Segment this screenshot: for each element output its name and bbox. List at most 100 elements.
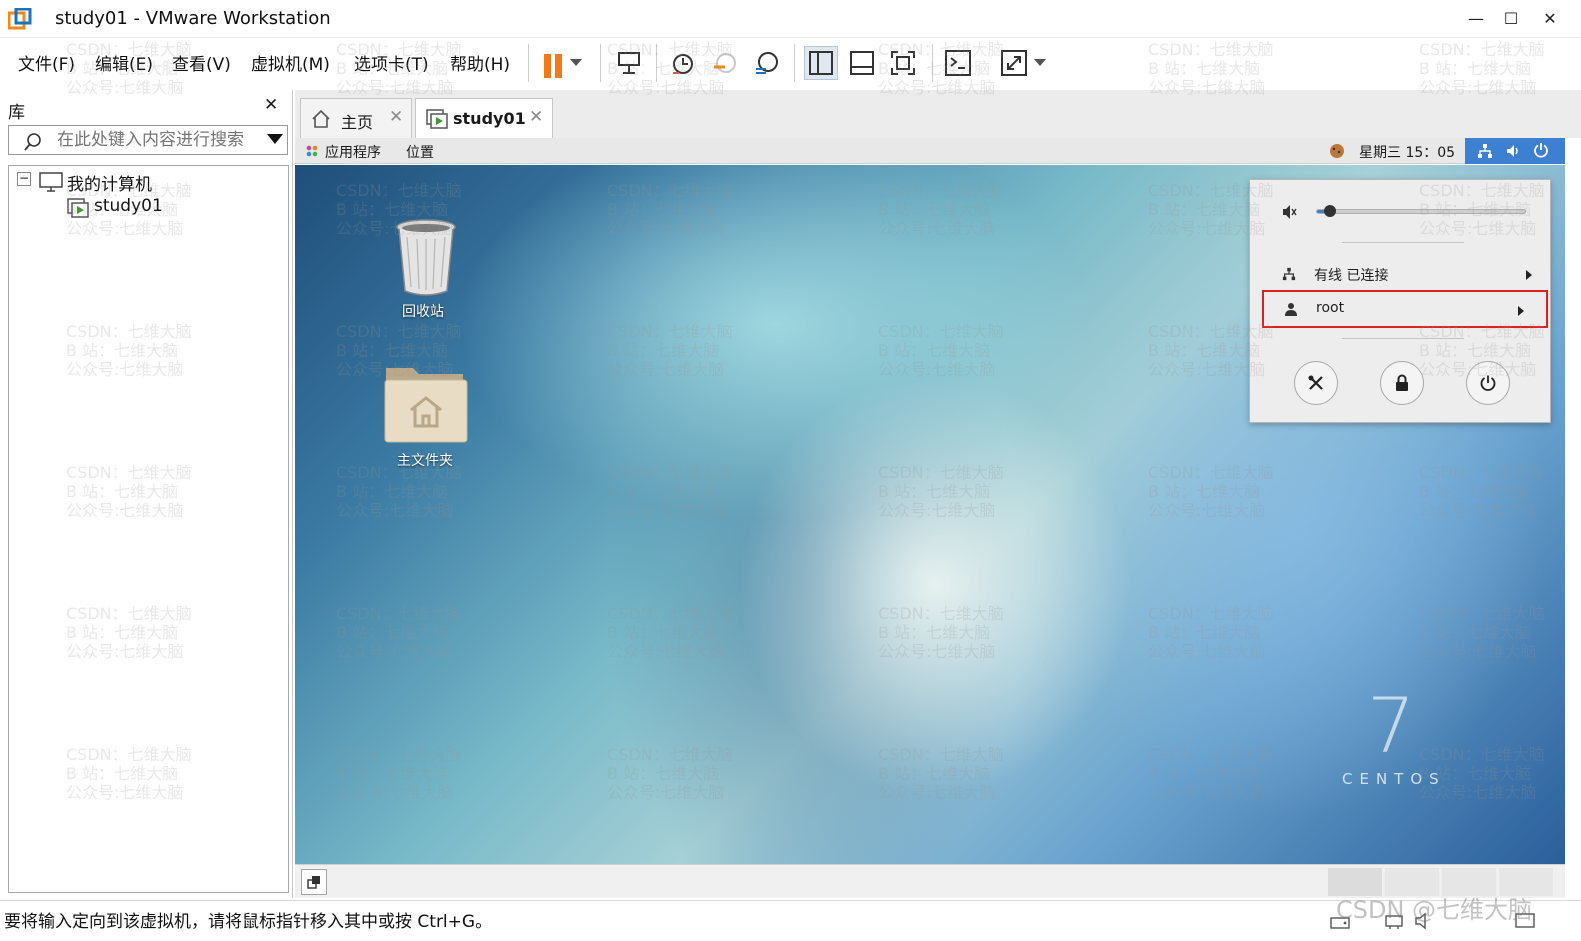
menu-toolbar-row: 文件(F) 编辑(E) 查看(V) 虚拟机(M) 选项卡(T) 帮助(H) [0,38,1581,88]
toolbar-separator [932,44,933,82]
chevron-down-icon [267,134,283,144]
window-title: study01 - VMware Workstation [55,8,331,29]
toolbar-separator [600,44,601,82]
title-bar: study01 - VMware Workstation — ☐ ✕ [0,0,1581,38]
snapshot-manager-button[interactable] [750,46,784,80]
centos-wordmark: CENTOS [1342,770,1446,788]
take-snapshot-button[interactable] [666,46,700,80]
send-ctrl-alt-del-button[interactable] [612,46,646,80]
toolbar-separator [528,44,529,82]
gnome-applications-menu[interactable]: 应用程序 [325,142,381,162]
library-title: 库 [8,103,25,123]
stretch-guest-icon [1001,50,1027,76]
unity-switch-button[interactable] [301,869,327,895]
user-icon [1284,302,1298,320]
csdn-corner-watermark: CSDN @七维大脑 [1336,896,1533,924]
library-search-box [8,125,288,155]
pause-icon [544,54,551,78]
full-screen-button[interactable] [886,46,920,80]
network-status-label: 有线 已连接 [1314,268,1389,284]
vm-running-icon [426,109,448,133]
maximize-button[interactable]: ☐ [1495,6,1527,32]
submenu-arrow-icon [1518,304,1524,320]
guest-display[interactable]: 应用程序 位置 星期三 15：05 回收站 主文件夹 7 CENTOS 有线 已… [295,138,1565,864]
chevron-down-icon [570,59,582,66]
home-folder-label[interactable]: 主文件夹 [397,450,453,470]
tab-study01-label: study01 [453,109,526,128]
thumbnail-bar-button[interactable] [845,46,879,80]
gnome-places-menu[interactable]: 位置 [406,142,434,162]
console-view-icon [945,50,971,76]
tab-home-label: 主页 [341,113,374,132]
gnome-top-panel: 应用程序 位置 星期三 15：05 [295,138,1565,164]
library-close-button[interactable]: ✕ [264,95,278,115]
computer-icon [39,172,63,197]
tree-item-study01[interactable]: study01 [94,196,163,216]
close-window-button[interactable]: ✕ [1534,6,1566,32]
volume-slider-handle[interactable] [1324,205,1336,217]
trash-label[interactable]: 回收站 [402,301,444,321]
stretch-dropdown-button[interactable] [1030,46,1050,80]
tree-item-my-computer[interactable]: 我的计算机 [67,170,152,195]
submenu-arrow-icon [1526,268,1532,284]
power-off-button[interactable] [1466,361,1510,405]
tab-home-close-button[interactable]: ✕ [389,107,403,127]
status-message: 要将输入定向到该虚拟机，请将鼠标指针移入其中或按 Ctrl+G。 [4,912,493,932]
menu-edit[interactable]: 编辑(E) [95,50,153,75]
user-name-label: root [1316,300,1345,316]
user-menu-item[interactable]: root [1262,290,1548,328]
tab-study01[interactable]: study01 ✕ [415,98,553,138]
volume-icon [1505,143,1521,163]
menu-view[interactable]: 查看(V) [172,50,231,75]
chevron-down-icon [1034,59,1046,66]
gnome-foot-icon [305,143,319,162]
revert-snapshot-icon [714,53,736,73]
menu-help[interactable]: 帮助(H) [450,50,510,75]
window-switch-icon [307,876,320,889]
menu-file[interactable]: 文件(F) [18,50,75,75]
volume-slider[interactable] [1316,205,1526,217]
library-tree: − 我的计算机 study01 [8,165,289,893]
minimize-button[interactable]: — [1460,6,1492,32]
vmware-logo-icon [7,7,32,30]
tree-collapse-toggle[interactable]: − [17,172,31,186]
snapshot-manager-icon [756,52,778,74]
lock-icon [1396,374,1408,391]
full-screen-icon [891,51,915,75]
gnome-clock[interactable]: 星期三 15：05 [1359,142,1455,162]
home-icon [311,109,331,133]
snapshot-icon [673,54,693,74]
system-tray-button[interactable] [1465,138,1565,164]
console-view-button[interactable] [941,46,975,80]
cookie-applet-icon [1329,143,1345,163]
pause-dropdown-button[interactable] [566,46,586,80]
revert-snapshot-button[interactable] [708,46,742,80]
library-panel: 库 ✕ − 我的计算机 study01 [0,90,293,898]
lock-screen-button[interactable] [1380,361,1424,405]
menu-vm[interactable]: 虚拟机(M) [251,50,330,75]
library-search-input[interactable] [57,129,257,151]
show-library-button[interactable] [804,46,838,80]
settings-button[interactable] [1294,361,1338,405]
send-ctrl-alt-del-icon [618,52,640,74]
home-folder-icon[interactable] [383,362,469,444]
stretch-guest-button[interactable] [997,46,1031,80]
network-wired-icon [1477,143,1493,163]
trash-icon[interactable] [393,217,459,297]
search-options-dropdown[interactable] [267,132,283,148]
tab-study01-close-button[interactable]: ✕ [529,107,543,127]
tab-home[interactable]: 主页 ✕ [300,98,412,138]
pause-icon [555,54,562,78]
network-menu-item[interactable]: 有线 已连接 [1260,259,1544,289]
menu-tabs[interactable]: 选项卡(T) [354,50,429,75]
vm-running-icon [67,198,89,223]
settings-tools-icon [1308,375,1323,390]
centos-version-numeral: 7 [1367,681,1416,770]
menu-separator [1342,338,1464,339]
tab-bar: 主页 ✕ study01 ✕ [295,90,1581,138]
power-icon [1480,375,1496,391]
thumbnail-bar-icon [850,51,874,75]
network-wired-icon [1282,267,1296,285]
show-library-icon [809,51,833,75]
system-status-menu: 有线 已连接 root [1249,179,1551,423]
